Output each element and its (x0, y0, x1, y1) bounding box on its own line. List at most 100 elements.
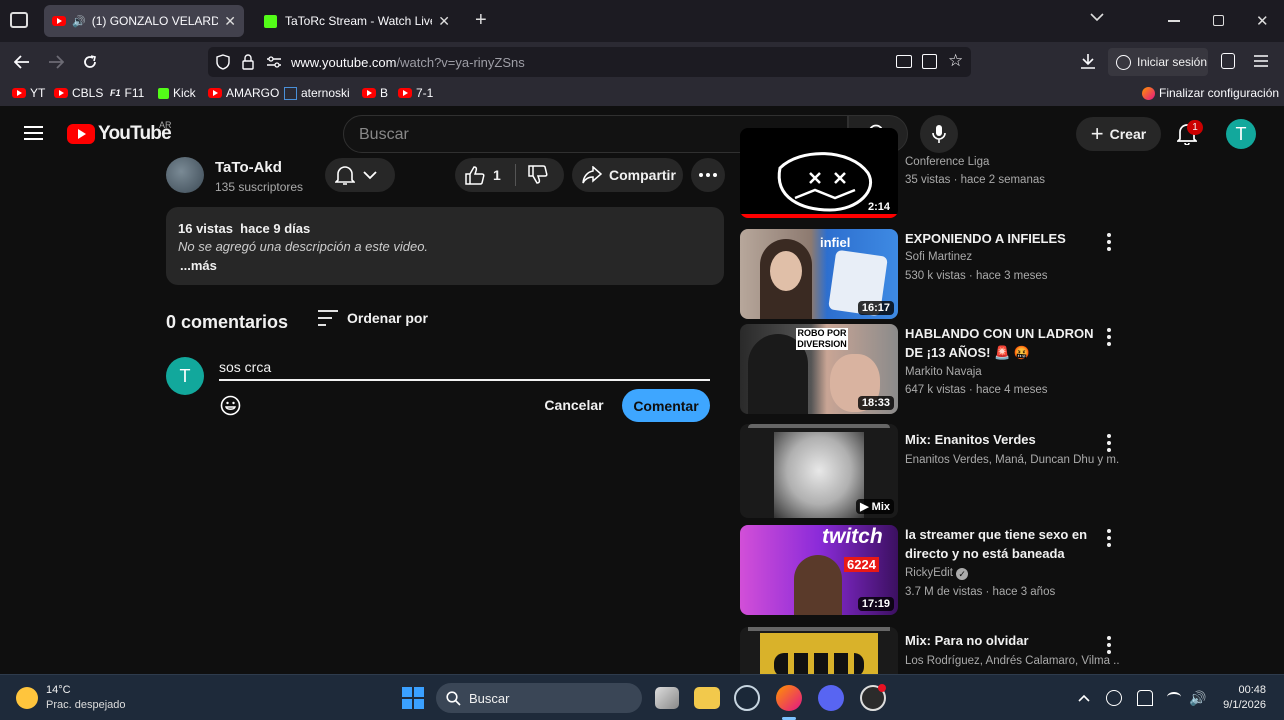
video-title[interactable]: HABLANDO CON UN LADRON DE ¡13 AÑOS! 🚨 🤬 (905, 324, 1115, 362)
bookmark-cbls[interactable]: CBLS (54, 86, 103, 100)
related-video-item[interactable]: ▶ Mix Mix: Enanitos Verdes Enanitos Verd… (740, 424, 1270, 518)
permissions-icon[interactable] (266, 56, 282, 68)
bookmark-yt[interactable]: YT (12, 86, 45, 100)
video-menu-icon[interactable] (1106, 636, 1112, 654)
channel-avatar[interactable] (166, 157, 204, 193)
youtube-logo[interactable]: YouTube (67, 123, 172, 145)
related-video-item[interactable]: infiel 16:17 EXPONIENDO A INFIELES Sofi … (740, 229, 1270, 319)
steam-icon[interactable] (734, 685, 760, 711)
related-video-item[interactable]: ROBO POR DIVERSION 18:33 HABLANDO CON UN… (740, 324, 1270, 414)
video-thumbnail[interactable]: ▶ Mix (740, 424, 898, 518)
file-explorer-icon[interactable] (694, 687, 720, 709)
comment-count-heading: 0 comentarios (166, 312, 289, 332)
speaker-icon[interactable]: 🔊 (72, 15, 86, 28)
restore-window-button[interactable] (1213, 15, 1224, 26)
clock-date: 9/1/2026 (1223, 699, 1266, 711)
new-tab-button[interactable]: + (475, 9, 487, 32)
discord-icon[interactable] (818, 685, 844, 711)
clock[interactable]: 00:48 9/1/2026 (1216, 684, 1266, 711)
like-count: 1 (493, 167, 501, 183)
back-button[interactable] (12, 52, 32, 72)
channel-name[interactable]: TaTo-Akd (215, 159, 282, 176)
tab-kick[interactable]: TaToRc Stream - Watch Live on ✕ (256, 5, 458, 37)
save-page-icon[interactable] (922, 54, 937, 69)
wifi-icon[interactable] (1167, 692, 1181, 702)
hamburger-menu-icon[interactable] (24, 126, 43, 140)
video-thumbnail[interactable]: 2:14 (740, 128, 898, 218)
app-menu-icon[interactable] (1254, 55, 1268, 67)
more-actions-button[interactable] (691, 158, 725, 192)
bookmark-aternoski[interactable]: aternoski (284, 86, 350, 100)
video-title[interactable]: la streamer que tiene sexo en directo y … (905, 525, 1115, 563)
video-channel: Los Rodríguez, Andrés Calamaro, Vilma ..… (905, 655, 1120, 667)
extensions-icon[interactable] (1221, 53, 1235, 69)
clock-time: 00:48 (1238, 684, 1266, 696)
video-thumbnail[interactable] (740, 627, 898, 674)
video-menu-icon[interactable] (1106, 434, 1112, 452)
firefox-icon (1142, 86, 1155, 100)
video-thumbnail[interactable]: infiel 16:17 (740, 229, 898, 319)
tray-chevron-up-icon[interactable] (1078, 694, 1090, 702)
cancel-comment-button[interactable]: Cancelar (538, 389, 610, 421)
tab-overflow-chevron-icon[interactable] (1090, 12, 1104, 22)
address-bar[interactable]: www.youtube.com/watch?v=ya-rinyZSns ☆ (208, 47, 971, 77)
comment-input[interactable]: sos crca (219, 359, 710, 381)
description-text: No se agregó una descripción a este vide… (178, 239, 429, 254)
subscription-notifications-button[interactable] (325, 158, 395, 192)
close-tab-icon[interactable]: ✕ (438, 13, 450, 30)
dislike-button[interactable] (516, 165, 548, 185)
shield-icon[interactable] (216, 54, 230, 70)
sync-icon[interactable] (1106, 690, 1122, 706)
emoji-picker-icon[interactable] (220, 395, 241, 416)
taskbar-search-box[interactable]: Buscar (436, 683, 642, 713)
video-menu-icon[interactable] (1106, 529, 1112, 547)
notifications-muted-icon[interactable] (1137, 690, 1153, 706)
tab-list-icon[interactable] (10, 12, 28, 28)
lock-icon[interactable] (242, 54, 254, 70)
share-button[interactable]: Compartir (572, 158, 683, 192)
video-title[interactable]: Mix: Para no olvidar (905, 631, 1115, 650)
volume-icon[interactable]: 🔊 (1189, 690, 1206, 707)
weather-temp: 14°C (46, 684, 71, 696)
forward-button[interactable] (46, 52, 66, 72)
tab-youtube[interactable]: 🔊 (1) GONZALO VELARDEZ 2 ✕ (44, 5, 244, 37)
reload-button[interactable] (80, 52, 100, 72)
picture-in-picture-icon[interactable] (896, 55, 912, 68)
video-thumbnail[interactable]: ROBO POR DIVERSION 18:33 (740, 324, 898, 414)
firefox-icon[interactable] (776, 685, 802, 711)
url-text[interactable]: www.youtube.com/watch?v=ya-rinyZSns (291, 55, 525, 70)
bookmark-f11[interactable]: F1 F11 (110, 86, 144, 100)
like-button[interactable]: 1 (455, 165, 515, 185)
video-menu-icon[interactable] (1106, 328, 1112, 346)
face-thumbnail-art (770, 251, 802, 291)
video-duration: 18:33 (857, 396, 894, 410)
submit-comment-button[interactable]: Comentar (622, 389, 710, 422)
youtube-play-icon (67, 124, 95, 144)
star-bookmark-icon[interactable]: ☆ (948, 51, 963, 71)
bookmark-amargo[interactable]: AMARGO (208, 86, 279, 100)
signin-button[interactable]: Iniciar sesión (1108, 48, 1208, 76)
task-view-icon[interactable] (655, 687, 679, 709)
finish-setup-link[interactable]: Finalizar configuración (1142, 86, 1279, 100)
sort-comments-button[interactable]: Ordenar por (318, 310, 428, 326)
related-video-item[interactable]: twitch 6224 17:19 la streamer que tiene … (740, 525, 1270, 615)
sort-icon (318, 310, 338, 326)
video-thumbnail[interactable]: twitch 6224 17:19 (740, 525, 898, 615)
related-video-item[interactable]: Mix: Para no olvidar Los Rodríguez, Andr… (740, 627, 1270, 674)
show-more-link[interactable]: ...más (180, 258, 217, 273)
viewer-count-overlay: 6224 (844, 557, 879, 572)
video-title[interactable]: Mix: Enanitos Verdes (905, 430, 1115, 449)
downloads-icon[interactable] (1080, 53, 1096, 69)
close-window-button[interactable]: ✕ (1256, 12, 1269, 30)
bookmark-b[interactable]: B (362, 86, 388, 100)
video-menu-icon[interactable] (1106, 233, 1112, 251)
minimize-window-button[interactable] (1168, 20, 1180, 22)
bookmark-7-1[interactable]: 7-1 (398, 86, 433, 100)
close-tab-icon[interactable]: ✕ (224, 13, 236, 30)
windows-start-icon[interactable] (402, 687, 424, 709)
video-description-box[interactable]: 16 vistas hace 9 días No se agregó una d… (166, 207, 724, 285)
related-video-item[interactable]: 2:14 Conference Liga 35 vistas · hace 2 … (740, 128, 1270, 222)
video-title[interactable]: EXPONIENDO A INFIELES (905, 229, 1115, 248)
weather-widget[interactable]: 14°C Prac. despejado (16, 684, 126, 711)
bookmark-kick[interactable]: Kick (158, 86, 196, 100)
